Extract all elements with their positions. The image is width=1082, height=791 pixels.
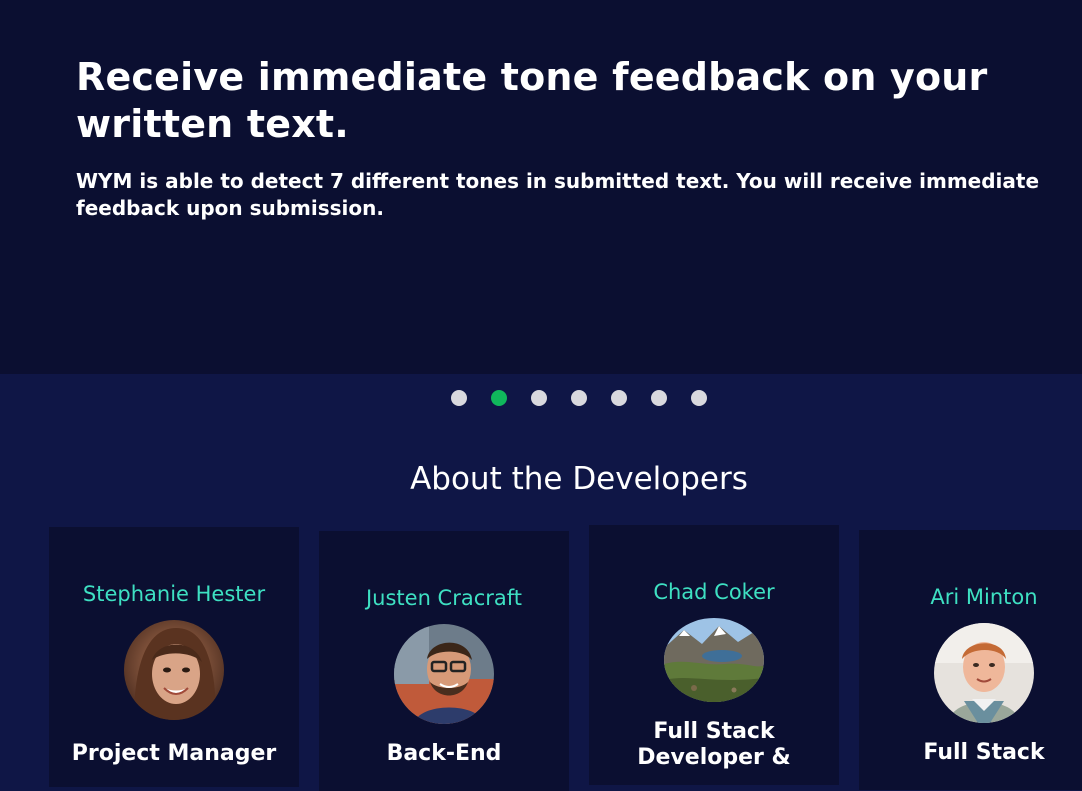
person-photo-icon [934, 623, 1034, 723]
carousel-dot-7[interactable] [691, 390, 707, 406]
developer-name: Chad Coker [653, 580, 775, 604]
developer-role: Project Manager [71, 741, 277, 766]
developer-card: Stephanie Hester Project Manager [49, 527, 299, 787]
developer-role: Full Stack Developer & [637, 719, 791, 770]
hero-title: Receive immediate tone feedback on your … [76, 55, 988, 146]
developer-role: Full Stack [923, 740, 1045, 765]
carousel-indicators [0, 389, 1082, 407]
mountain-landscape-icon [664, 618, 764, 702]
developer-name: Ari Minton [930, 585, 1038, 609]
developer-role: Back-End [386, 741, 502, 766]
developer-card: Ari Minton Full Stack [859, 530, 1082, 790]
carousel-dot-3[interactable] [531, 390, 547, 406]
carousel-dot-6[interactable] [651, 390, 667, 406]
carousel-dot-1[interactable] [451, 390, 467, 406]
developer-name: Justen Cracraft [365, 586, 523, 610]
about-developers-title: About the Developers [410, 461, 748, 497]
carousel-dot-2[interactable] [491, 390, 507, 406]
carousel-dot-5[interactable] [611, 390, 627, 406]
person-photo-icon [124, 620, 224, 720]
developer-name: Stephanie Hester [82, 582, 266, 606]
carousel-dot-4[interactable] [571, 390, 587, 406]
person-photo-icon [394, 624, 494, 724]
developer-card: Justen Cracraft Back-End [319, 531, 569, 791]
developer-card: Chad Coker Full Stack Developer & [589, 525, 839, 785]
hero-section: Receive immediate tone feedback on your … [0, 0, 1082, 374]
hero-description: WYM is able to detect 7 different tones … [76, 169, 1040, 220]
